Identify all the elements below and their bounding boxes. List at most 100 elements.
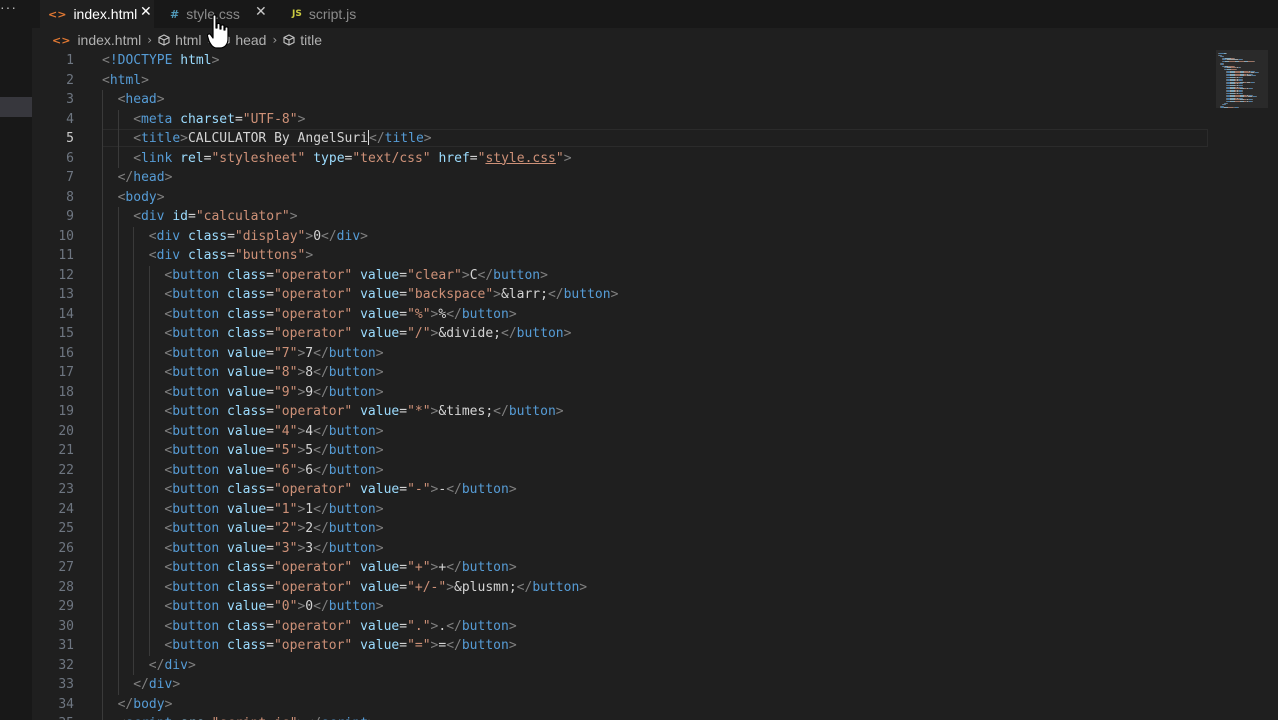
code-text: <button value="1">1</button>: [164, 500, 383, 520]
code-token: </: [369, 131, 385, 146]
code-line[interactable]: 8 <body>: [32, 187, 1212, 207]
indent-guide: [102, 343, 103, 363]
code-token: <: [148, 228, 157, 244]
code-line[interactable]: 11 <div class="buttons">: [32, 246, 1212, 266]
code-text: </head>: [118, 168, 173, 188]
code-token: value: [360, 267, 400, 283]
indent-guide: [133, 402, 135, 422]
code-token: button: [172, 287, 220, 302]
breadcrumb-item-head[interactable]: head: [235, 32, 266, 48]
code-line[interactable]: 23 <button class="operator" value="-">-</…: [32, 480, 1212, 500]
breadcrumb-item-file[interactable]: index.html: [77, 32, 141, 48]
code-token: button: [328, 462, 376, 478]
code-line[interactable]: 25 <button value="2">2</button>: [32, 519, 1212, 539]
code-token: value: [227, 540, 267, 556]
code-token: body: [125, 189, 157, 205]
code-token: button: [328, 599, 376, 614]
code-token: </: [446, 306, 462, 322]
code-line[interactable]: 2 <html>: [32, 71, 1212, 91]
code-line[interactable]: 24 <button value="1">1</button>: [32, 499, 1212, 520]
code-line[interactable]: 28 <button class="operator" value="+/-">&…: [32, 577, 1212, 597]
code-line[interactable]: 33 </div>: [32, 675, 1212, 695]
code-token: </: [117, 696, 134, 712]
code-line[interactable]: 21 <button value="5">5</button>: [32, 441, 1212, 461]
indent-guide: [117, 480, 119, 500]
code-token: C: [469, 267, 478, 283]
code-token: button: [508, 404, 556, 419]
activity-item-active[interactable]: [0, 97, 32, 117]
indent-guide: [117, 402, 119, 422]
code-line[interactable]: 16 <button value="7">7</button>: [32, 343, 1212, 364]
code-token: 9: [305, 384, 314, 400]
code-line[interactable]: 31 <button class="operator" value="=">=</…: [32, 636, 1212, 656]
code-token: 4: [305, 423, 314, 439]
code-token: =: [266, 521, 274, 536]
code-line[interactable]: 5 <title>CALCULATOR By AngelSuri</title>: [32, 129, 1212, 149]
code-line[interactable]: 7 </head>: [32, 168, 1212, 188]
code-line[interactable]: 6 <link rel="stylesheet" type="text/css" …: [32, 148, 1212, 168]
code-token: value: [360, 306, 400, 322]
code-line[interactable]: 14 <button class="operator" value="%">%</…: [32, 304, 1212, 324]
tab-script-js[interactable]: JS script.js: [278, 0, 398, 28]
code-line[interactable]: 29 <button value="0">0</button>: [32, 597, 1212, 617]
breadcrumb-item-html[interactable]: html: [175, 32, 201, 48]
tab-index-html[interactable]: <> index.html ✕: [40, 0, 154, 28]
code-text: <button value="7">7</button>: [164, 344, 383, 364]
code-line[interactable]: 12 <button class="operator" value="clear"…: [32, 265, 1212, 285]
line-number: 7: [66, 170, 74, 185]
more-icon[interactable]: ···: [0, 0, 20, 20]
code-token: >: [172, 677, 181, 692]
indent-guide: [148, 402, 150, 422]
code-token: button: [493, 267, 541, 283]
code-line[interactable]: 27 <button class="operator" value="+">+</…: [32, 558, 1212, 578]
code-token: </: [313, 521, 329, 536]
code-line[interactable]: 30 <button class="operator" value=".">.</…: [32, 616, 1212, 637]
close-icon[interactable]: ✕: [255, 4, 267, 20]
code-line[interactable]: 26 <button value="3">3</button>: [32, 538, 1212, 558]
code-text: <button class="operator" value="+">+</bu…: [164, 558, 516, 578]
code-token: "operator": [273, 560, 353, 575]
code-token: meta: [141, 111, 173, 127]
indent-guide: [117, 538, 119, 558]
code-line[interactable]: 17 <button value="8">8</button>: [32, 363, 1212, 383]
indent-guide: [102, 402, 103, 422]
close-icon[interactable]: ✕: [140, 4, 152, 20]
code-line[interactable]: 22 <button value="6">6</button>: [32, 460, 1212, 480]
code-token: <: [133, 209, 142, 224]
code-token: >: [493, 287, 501, 302]
code-line[interactable]: 35<script src="script.js"></script>: [32, 714, 1212, 720]
breadcrumb-item-title[interactable]: title: [300, 32, 322, 48]
code-line[interactable]: 15 <button class="operator" value="/">&di…: [32, 324, 1212, 344]
indent-guide: [102, 597, 103, 617]
line-number: 17: [58, 365, 74, 380]
indent-guide: [148, 460, 150, 480]
minimap-slider[interactable]: [1216, 50, 1268, 108]
code-line[interactable]: 13 <button class="operator" value="backsp…: [32, 285, 1212, 305]
code-text: <button class="operator" value=".">.</bu…: [164, 617, 516, 637]
indent-guide: [117, 499, 119, 519]
code-token: button: [461, 618, 509, 634]
code-token: script: [125, 716, 172, 720]
indent-guide: [133, 441, 135, 461]
code-line[interactable]: 3 <head>: [32, 90, 1212, 110]
code-line[interactable]: 32 </div>: [32, 655, 1212, 675]
element-icon: [283, 34, 295, 46]
breadcrumb: <> index.html › html › head › title: [52, 30, 322, 50]
code-line[interactable]: 9 <div id="calculator">: [32, 207, 1212, 227]
code-line[interactable]: 18 <button value="9">9</button>: [32, 382, 1212, 402]
code-token: button: [328, 423, 376, 439]
code-line[interactable]: 34 </body>: [32, 694, 1212, 714]
code-line[interactable]: 1 <!DOCTYPE html>: [32, 51, 1212, 71]
code-text: <title>CALCULATOR By AngelSuri</title>: [133, 129, 432, 149]
code-token: rel: [180, 150, 204, 166]
code-line[interactable]: 4 <meta charset="UTF-8">: [32, 109, 1212, 129]
code-line[interactable]: 19 <button class="operator" value="*">&ti…: [32, 402, 1212, 422]
code-editor[interactable]: 1 <!DOCTYPE html> 2 <html> 3 <head> 4 <meta cha…: [32, 50, 1246, 720]
code-line[interactable]: 10 <div class="display">0</div>: [32, 226, 1212, 246]
code-line[interactable]: 20 <button value="4">4</button>: [32, 421, 1212, 441]
code-token: =: [266, 560, 274, 575]
code-token: >: [423, 131, 432, 146]
